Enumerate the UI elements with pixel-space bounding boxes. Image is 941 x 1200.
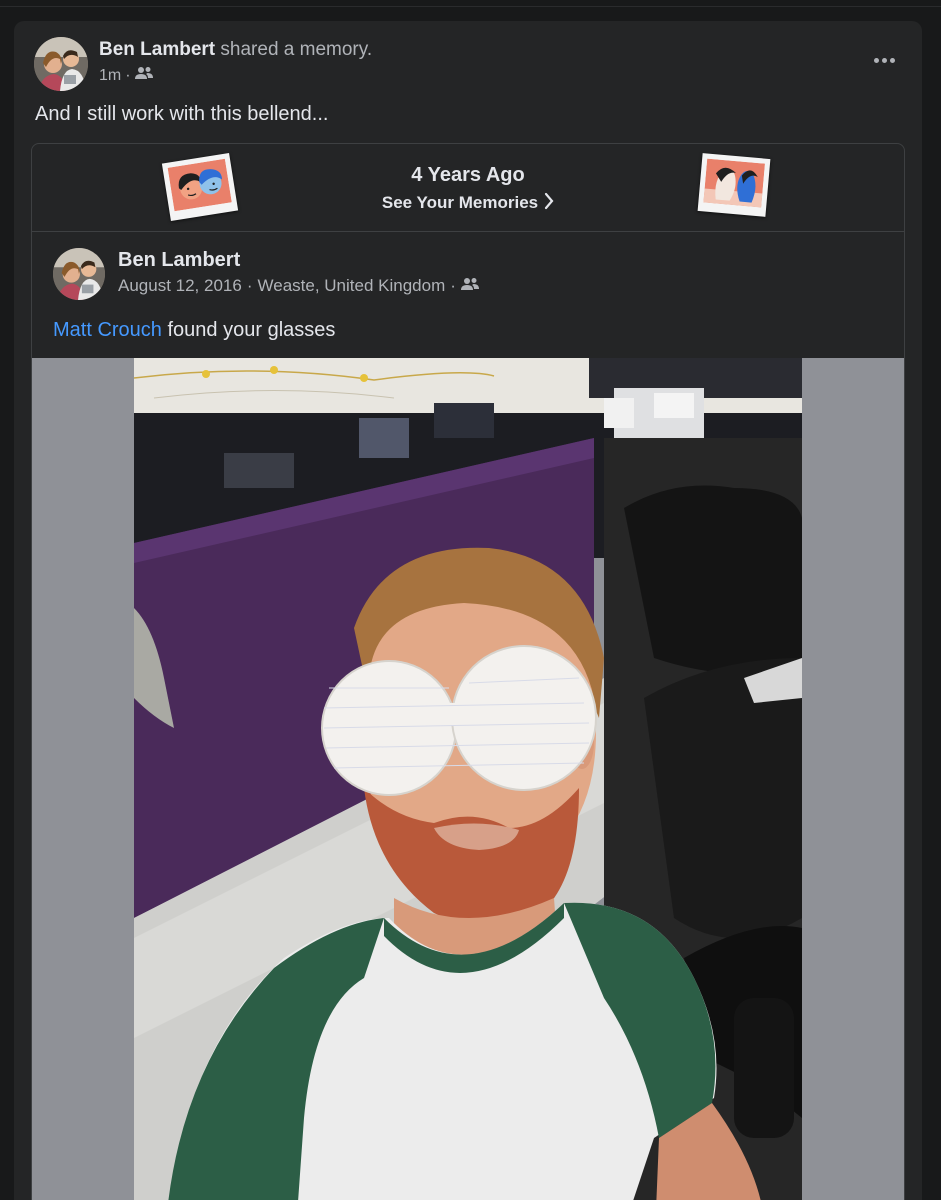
meta-separator: · [246,276,253,295]
see-your-memories-link[interactable]: See Your Memories [32,192,904,215]
original-post-text: Matt Crouch found your glasses [53,319,335,342]
chevron-right-icon [544,192,554,215]
meta-separator: · [450,276,456,295]
tagged-person-link[interactable]: Matt Crouch [53,319,162,341]
post-meta: 1m · [99,66,153,85]
post-photo[interactable] [134,358,802,1200]
memory-header[interactable]: 4 Years Ago See Your Memories [32,144,904,232]
memory-attachment: 4 Years Ago See Your Memories Ben Lamber… [31,143,905,1200]
post-time[interactable]: 1m [99,67,121,85]
original-post-date[interactable]: August 12, 2016 [118,276,242,296]
original-author-avatar[interactable] [53,248,105,300]
original-author-name[interactable]: Ben Lambert [118,249,240,272]
shared-memory-post: Ben Lambert shared a memory. 1m · And I … [14,21,922,1200]
more-options-icon[interactable] [866,47,902,73]
memory-title: 4 Years Ago [411,164,525,186]
post-action: shared a memory. [220,39,373,60]
friends-icon[interactable] [134,66,153,85]
original-post-text-rest: found your glasses [167,319,336,341]
original-post-meta: August 12, 2016 · Weaste, United Kingdom… [118,276,479,296]
photo-letterbox [32,358,904,1200]
kiss-polaroid-icon [697,153,771,217]
see-your-memories-label: See Your Memories [381,192,539,212]
friends-icon[interactable] [460,276,479,296]
previous-post-edge [0,0,941,7]
author-avatar[interactable] [34,37,88,91]
post-header: Ben Lambert shared a memory. [99,39,372,61]
post-text: And I still work with this bellend... [35,103,329,125]
feed-page: Ben Lambert shared a memory. 1m · And I … [0,0,941,1200]
meta-separator: · [125,66,131,84]
author-name[interactable]: Ben Lambert [99,39,215,60]
original-post-location[interactable]: Weaste, United Kingdom [258,276,446,296]
